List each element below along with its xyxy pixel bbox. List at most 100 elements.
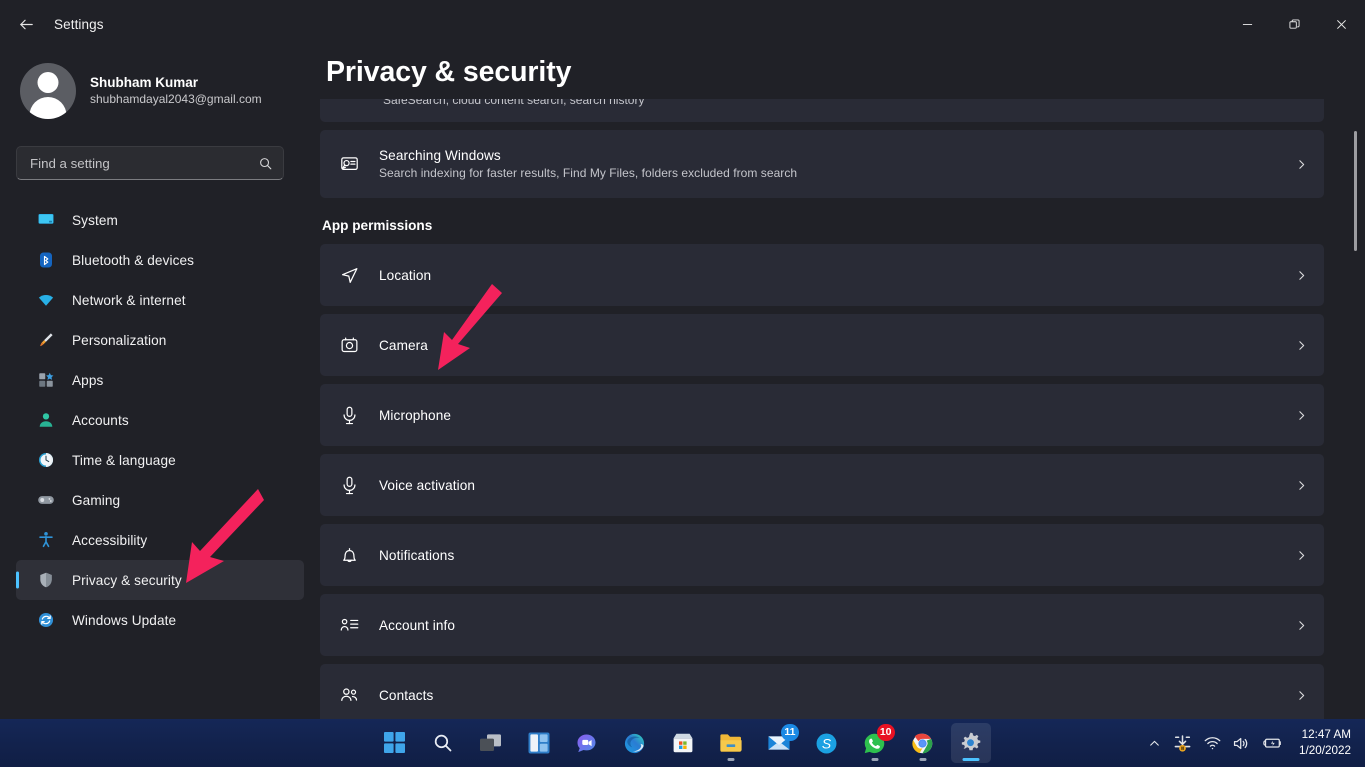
gamepad-icon bbox=[36, 490, 56, 510]
clipped-card-subtitle: SafeSearch, cloud content search, search… bbox=[383, 99, 645, 107]
scrollbar-thumb[interactable] bbox=[1354, 131, 1357, 251]
profile-email: shubhamdayal2043@gmail.com bbox=[90, 92, 262, 107]
volume-button[interactable] bbox=[1227, 723, 1256, 763]
system-tray: 12:47 AM 1/20/2022 bbox=[1142, 719, 1365, 767]
chat-button[interactable] bbox=[567, 723, 607, 763]
permission-row-contacts[interactable]: Contacts bbox=[320, 664, 1324, 719]
settings-list: SafeSearch, cloud content search, search… bbox=[320, 99, 1365, 719]
sidebar-item-windows-update[interactable]: Windows Update bbox=[16, 600, 304, 640]
sidebar-item-bluetooth-devices[interactable]: Bluetooth & devices bbox=[16, 240, 304, 280]
whatsapp-button[interactable]: 10 bbox=[855, 723, 895, 763]
chevron-right-icon bbox=[1295, 339, 1308, 352]
window-body: Shubham Kumar shubhamdayal2043@gmail.com bbox=[0, 48, 1365, 719]
chevron-right-icon bbox=[1295, 409, 1308, 422]
file-explorer-icon bbox=[719, 734, 742, 752]
microsoft-edge-icon bbox=[624, 733, 645, 753]
active-indicator bbox=[962, 758, 979, 761]
sidebar-item-gaming[interactable]: Gaming bbox=[16, 480, 304, 520]
store-button[interactable] bbox=[663, 723, 703, 763]
apps-icon bbox=[36, 370, 56, 390]
settings-scroll-area[interactable]: SafeSearch, cloud content search, search… bbox=[320, 99, 1365, 719]
sidebar-item-time-language[interactable]: Time & language bbox=[16, 440, 304, 480]
task-view-button[interactable] bbox=[471, 723, 511, 763]
maximize-button[interactable] bbox=[1271, 0, 1318, 48]
onedrive-sync-icon bbox=[1174, 734, 1191, 752]
sidebar-item-system[interactable]: System bbox=[16, 200, 304, 240]
sidebar-item-network-internet[interactable]: Network & internet bbox=[16, 280, 304, 320]
content-area: Privacy & security SafeSearch, cloud con… bbox=[320, 48, 1365, 719]
card-subtitle: Search indexing for faster results, Find… bbox=[379, 166, 798, 180]
mail-button[interactable]: 11 bbox=[759, 723, 799, 763]
taskbar-search-icon bbox=[434, 734, 451, 752]
clock-icon bbox=[36, 450, 56, 470]
mail-badge: 11 bbox=[781, 724, 799, 741]
camera-icon bbox=[334, 335, 364, 356]
permission-row-microphone[interactable]: Microphone bbox=[320, 384, 1324, 446]
settings-gear-icon bbox=[961, 732, 981, 750]
tray-date: 1/20/2022 bbox=[1299, 744, 1351, 757]
sidebar-item-personalization[interactable]: Personalization bbox=[16, 320, 304, 360]
permission-row-location[interactable]: Location bbox=[320, 244, 1324, 306]
chevron-right-icon bbox=[1295, 479, 1308, 492]
whatsapp-badge: 10 bbox=[876, 724, 895, 741]
back-button[interactable] bbox=[8, 8, 44, 40]
skype-button[interactable]: S bbox=[807, 723, 847, 763]
search-permissions-card-clipped[interactable]: SafeSearch, cloud content search, search… bbox=[320, 99, 1324, 122]
card-title: Microphone bbox=[379, 407, 452, 423]
sidebar-item-label: Personalization bbox=[72, 332, 167, 348]
start-button[interactable] bbox=[375, 723, 415, 763]
search-box[interactable] bbox=[16, 146, 284, 180]
content-scrollbar[interactable] bbox=[1354, 99, 1357, 719]
chevron-right-icon bbox=[1295, 689, 1308, 702]
edge-button[interactable] bbox=[615, 723, 655, 763]
taskbar-items: 11 S 10 bbox=[375, 723, 991, 763]
sidebar-item-accessibility[interactable]: Accessibility bbox=[16, 520, 304, 560]
chevron-up-icon bbox=[1150, 740, 1159, 746]
searching-windows-card[interactable]: Searching Windows Search indexing for fa… bbox=[320, 130, 1324, 198]
battery-button[interactable] bbox=[1256, 723, 1289, 763]
network-button[interactable] bbox=[1198, 723, 1227, 763]
user-avatar-icon bbox=[20, 63, 76, 119]
clock-button[interactable]: 12:47 AM 1/20/2022 bbox=[1289, 727, 1355, 759]
paintbrush-icon bbox=[36, 330, 56, 350]
search-input[interactable] bbox=[30, 155, 258, 171]
window-title: Settings bbox=[54, 16, 104, 32]
close-button[interactable] bbox=[1318, 0, 1365, 48]
widgets-button[interactable] bbox=[519, 723, 559, 763]
card-title: Camera bbox=[379, 337, 428, 353]
chevron-right-icon bbox=[1295, 619, 1308, 632]
microsoft-store-icon bbox=[673, 733, 692, 753]
card-title: Contacts bbox=[379, 687, 434, 703]
search-button[interactable] bbox=[423, 723, 463, 763]
title-bar: Settings bbox=[0, 0, 1365, 48]
sidebar-item-apps[interactable]: Apps bbox=[16, 360, 304, 400]
shield-icon bbox=[36, 570, 56, 590]
onedrive-button[interactable] bbox=[1167, 723, 1198, 763]
permission-row-notifications[interactable]: Notifications bbox=[320, 524, 1324, 586]
search-icon bbox=[258, 156, 273, 171]
user-profile[interactable]: Shubham Kumar shubhamdayal2043@gmail.com bbox=[16, 57, 296, 125]
permission-row-account-info[interactable]: Account info bbox=[320, 594, 1324, 656]
sidebar-item-label: Bluetooth & devices bbox=[72, 252, 195, 268]
sidebar-item-accounts[interactable]: Accounts bbox=[16, 400, 304, 440]
sidebar-item-privacy-security[interactable]: Privacy & security bbox=[16, 560, 304, 600]
sidebar-item-label: Gaming bbox=[72, 492, 121, 508]
app-permissions-heading: App permissions bbox=[322, 218, 433, 233]
close-icon bbox=[1337, 19, 1346, 29]
permission-row-camera[interactable]: Camera bbox=[320, 314, 1324, 376]
settings-button[interactable] bbox=[950, 723, 991, 763]
show-hidden-icons-button[interactable] bbox=[1142, 723, 1167, 763]
windows-start-icon bbox=[383, 732, 405, 753]
account-info-icon bbox=[334, 615, 364, 636]
running-indicator bbox=[919, 758, 926, 761]
permission-row-voice-activation[interactable]: Voice activation bbox=[320, 454, 1324, 516]
account-icon bbox=[36, 410, 56, 430]
minimize-button[interactable] bbox=[1224, 0, 1271, 48]
minimize-icon bbox=[1242, 23, 1253, 25]
file-explorer-button[interactable] bbox=[711, 723, 751, 763]
contacts-icon bbox=[334, 685, 364, 706]
restore-icon bbox=[1289, 18, 1300, 29]
chrome-button[interactable] bbox=[903, 723, 943, 763]
taskbar: 11 S 10 12:47 AM 1/20/2022 bbox=[0, 719, 1365, 767]
chevron-right-icon bbox=[1295, 269, 1308, 282]
